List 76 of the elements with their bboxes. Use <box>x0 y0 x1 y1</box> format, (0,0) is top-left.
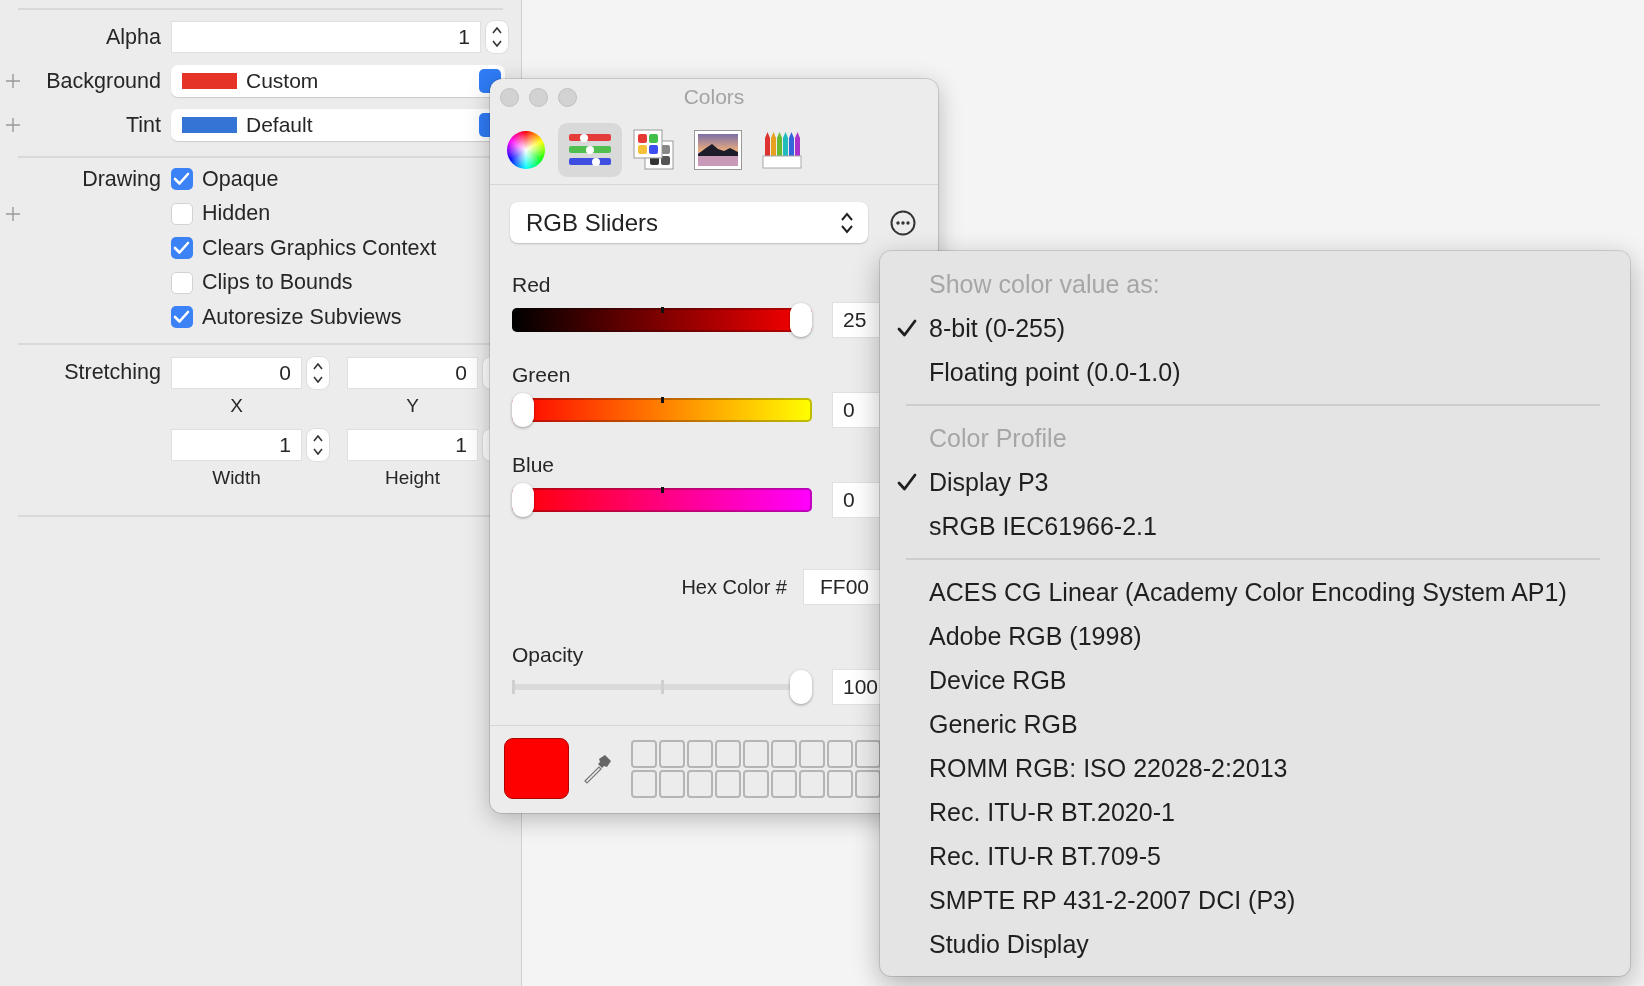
mode-popup[interactable]: RGB Sliders <box>510 202 868 243</box>
number-field[interactable]: 0 <box>347 356 478 389</box>
palettes-icon <box>633 128 675 171</box>
slider-label: Opacity <box>511 643 585 667</box>
checkbox-label: Opaque <box>202 166 279 192</box>
updown-arrows-icon <box>313 434 323 455</box>
checkbox[interactable] <box>171 202 193 225</box>
value-field[interactable]: 25 <box>832 302 879 338</box>
number-field[interactable]: 0 <box>171 356 302 389</box>
hex-field[interactable]: FF00 <box>803 569 880 605</box>
color-wheel-icon <box>507 130 545 169</box>
checkbox-label: Clips to Bounds <box>202 270 353 296</box>
updown-arrows-icon <box>313 362 323 383</box>
field-caption: X <box>229 394 244 417</box>
color-slider[interactable] <box>512 393 812 427</box>
field-label: Hex Color # <box>681 575 787 599</box>
checkbox[interactable] <box>171 237 193 260</box>
checkbox[interactable] <box>171 168 193 191</box>
checkbox-label: Hidden <box>202 201 271 227</box>
menu-item[interactable]: SMPTE RP 431-2-2007 DCI (P3) <box>880 878 1630 922</box>
menu-item[interactable]: Generic RGB <box>880 702 1630 746</box>
number-field[interactable]: 1 <box>171 21 481 53</box>
slider-label: Blue <box>512 453 556 477</box>
number-field[interactable]: 1 <box>347 428 478 461</box>
menu-item[interactable]: sRGB IEC61966-2.1 <box>880 504 1630 548</box>
checkmark-icon <box>896 318 917 338</box>
stepper[interactable] <box>307 428 329 461</box>
checkbox[interactable] <box>171 271 193 294</box>
color-slider[interactable] <box>512 303 812 337</box>
image-icon <box>694 129 742 170</box>
color-popup[interactable]: Custom <box>171 65 505 97</box>
menu-header: Color Profile <box>929 423 1067 453</box>
field-caption: Width <box>211 466 262 489</box>
menu-item[interactable]: Display P3 <box>880 460 1630 504</box>
checkbox-label: Autoresize Subviews <box>202 304 402 330</box>
menu-item[interactable]: Rec. ITU-R BT.2020-1 <box>880 790 1630 834</box>
menu-item[interactable]: 8-bit (0-255) <box>880 306 1630 350</box>
pencils-icon <box>762 129 802 170</box>
field-label: Drawing <box>81 166 161 192</box>
slider-thumb[interactable] <box>512 393 534 427</box>
plus-icon[interactable] <box>6 118 20 132</box>
mode-tab[interactable] <box>558 122 622 177</box>
menu-item[interactable]: ROMM RGB: ISO 22028-2:2013 <box>880 746 1630 790</box>
checkbox-label: Clears Graphics Context <box>202 235 437 261</box>
opacity-slider[interactable] <box>512 670 812 704</box>
slider-thumb[interactable] <box>512 483 534 517</box>
value-field[interactable]: 0 <box>832 392 879 428</box>
menu-item[interactable]: Adobe RGB (1998) <box>880 614 1630 658</box>
stepper[interactable] <box>307 356 329 389</box>
updown-arrows-icon <box>840 210 854 235</box>
menu-item[interactable]: Studio Display <box>880 922 1630 966</box>
more-icon[interactable] <box>890 209 916 236</box>
field-label: Alpha <box>105 24 161 50</box>
stepper[interactable] <box>486 21 508 53</box>
field-caption: Y <box>405 394 420 417</box>
field-label: Tint <box>124 112 161 138</box>
window-title: Colors <box>683 85 745 109</box>
slider-thumb[interactable] <box>790 303 812 337</box>
menu-item[interactable]: Floating point (0.0-1.0) <box>880 350 1630 394</box>
plus-icon[interactable] <box>6 74 20 88</box>
field-label: Stretching <box>63 359 161 386</box>
menu-item[interactable]: Rec. ITU-R BT.709-5 <box>880 834 1630 878</box>
color-well[interactable] <box>504 738 569 799</box>
value-field[interactable]: 0 <box>832 482 879 518</box>
checkmark-icon <box>896 472 917 492</box>
color-slider[interactable] <box>512 483 812 517</box>
slider-thumb[interactable] <box>790 670 812 704</box>
updown-arrows-icon <box>492 27 502 47</box>
checkbox[interactable] <box>171 306 193 329</box>
menu-item[interactable]: ACES CG Linear (Academy Color Encoding System AP1) <box>880 570 1630 614</box>
field-caption: Height <box>384 466 441 489</box>
field-label: Background <box>45 68 161 94</box>
menu-header: Show color value as: <box>929 269 1160 299</box>
sliders-icon <box>568 131 612 168</box>
number-field[interactable]: 1 <box>171 428 302 461</box>
plus-icon[interactable] <box>6 206 20 221</box>
